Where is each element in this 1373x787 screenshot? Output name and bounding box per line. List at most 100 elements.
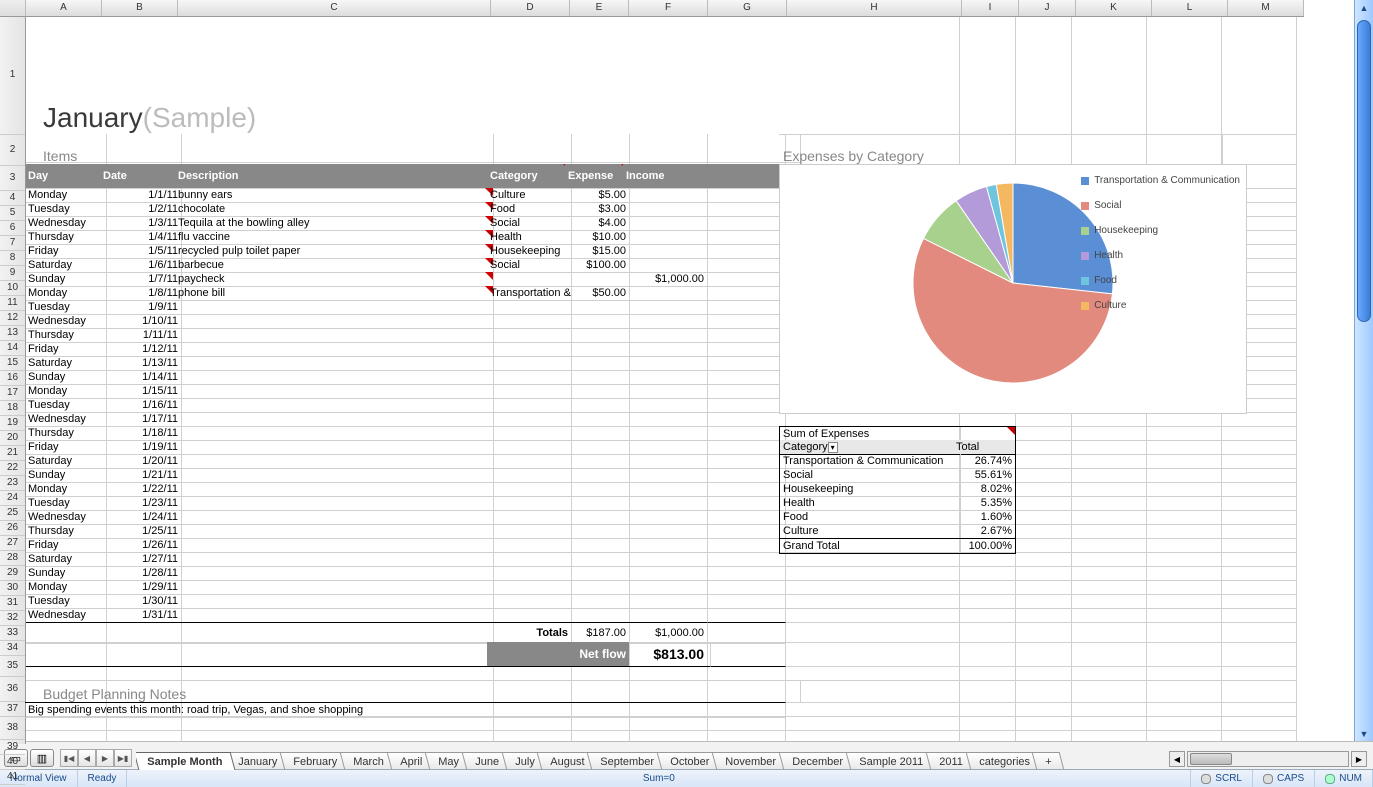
column-header-D[interactable]: D [491,0,570,16]
item-cat-9[interactable]: Social [487,258,572,273]
item-day-28[interactable]: Thursday [25,524,107,539]
item-date-5[interactable]: 1/2/11 [100,202,182,217]
item-inc-15[interactable] [623,342,708,357]
cell-I34[interactable] [953,608,1016,623]
cell-G31[interactable] [701,566,786,581]
cell-M24[interactable] [1215,468,1297,483]
item-day-9[interactable]: Saturday [25,258,107,273]
item-cat-23[interactable] [487,454,572,469]
cell-J29[interactable] [1009,538,1072,553]
item-date-16[interactable]: 1/13/11 [100,356,182,371]
row-header-41[interactable]: 41 [0,770,25,785]
item-cat-30[interactable] [487,552,572,567]
cell-L21[interactable] [1140,426,1222,441]
row-header-7[interactable]: 7 [0,236,25,251]
r35c6[interactable] [701,622,786,644]
cell-M39[interactable] [1215,702,1297,717]
item-date-15[interactable]: 1/12/11 [100,342,182,357]
column-header-C[interactable]: C [178,0,491,16]
cell-G11[interactable] [701,286,786,301]
cell-J21[interactable] [1009,426,1072,441]
pivot-cat-1[interactable]: Social [779,468,961,483]
row-header-8[interactable]: 8 [0,251,25,266]
item-inc-24[interactable] [623,468,708,483]
item-inc-26[interactable] [623,496,708,511]
cell-M34[interactable] [1215,608,1297,623]
item-exp-18[interactable] [565,384,630,399]
row-header-24[interactable]: 24 [0,491,25,506]
cell-G25[interactable] [701,482,786,497]
row-header-27[interactable]: 27 [0,536,25,551]
cell-G21[interactable] [701,426,786,441]
item-exp-5[interactable]: $3.00 [565,202,630,217]
item-exp-24[interactable] [565,468,630,483]
notes-text[interactable]: Big spending events this month: road tri… [25,702,786,718]
cell-J32[interactable] [1009,580,1072,595]
pivot-cat-4[interactable]: Food [779,510,961,525]
cell-K39[interactable] [1065,702,1147,717]
item-cat-34[interactable] [487,608,572,623]
item-desc-28[interactable] [175,524,494,539]
cell-E37[interactable] [565,666,630,681]
cell-K29[interactable] [1065,538,1147,553]
item-desc-21[interactable] [175,426,494,441]
item-inc-16[interactable] [623,356,708,371]
cell-J36[interactable] [1009,642,1072,667]
cell-J39[interactable] [1009,702,1072,717]
pivot-filter-dropdown-icon[interactable]: ▾ [828,442,838,453]
worksheet-grid[interactable]: January (Sample)ItemsExpenses by Categor… [25,16,1355,787]
item-day-23[interactable]: Saturday [25,454,107,469]
item-day-34[interactable]: Wednesday [25,608,107,623]
item-desc-8[interactable]: recycled pulp toilet paper [175,244,494,259]
item-day-27[interactable]: Wednesday [25,510,107,525]
r35c1[interactable] [100,622,182,644]
cell-K40[interactable] [1065,716,1147,731]
item-date-32[interactable]: 1/29/11 [100,580,182,595]
column-header-J[interactable]: J [1019,0,1076,16]
cell-J28[interactable] [1009,524,1072,539]
cell-J34[interactable] [1009,608,1072,623]
row-header-30[interactable]: 30 [0,581,25,596]
cell-G27[interactable] [701,510,786,525]
cell-H34[interactable] [779,608,960,623]
item-date-19[interactable]: 1/16/11 [100,398,182,413]
item-day-14[interactable]: Thursday [25,328,107,343]
tab-nav-first[interactable]: ▮◀ [60,749,78,767]
cell-L34[interactable] [1140,608,1222,623]
item-day-17[interactable]: Sunday [25,370,107,385]
cell-A40[interactable] [25,716,107,731]
cell-L22[interactable] [1140,440,1222,455]
cell-L1[interactable] [1140,16,1222,135]
cell-L32[interactable] [1140,580,1222,595]
row-header-4[interactable]: 4 [0,191,25,206]
vertical-scrollbar[interactable]: ▲ ▼ [1354,0,1373,742]
item-date-25[interactable]: 1/22/11 [100,482,182,497]
cell-H39[interactable] [779,702,960,717]
item-cat-26[interactable] [487,496,572,511]
sheet-tab-sample-month[interactable]: Sample Month [136,752,236,770]
cell-K20[interactable] [1065,412,1147,427]
cell-L27[interactable] [1140,510,1222,525]
item-cat-12[interactable] [487,300,572,315]
cell-G20[interactable] [701,412,786,427]
cell-L28[interactable] [1140,524,1222,539]
cell-J30[interactable] [1009,552,1072,567]
column-header-M[interactable]: M [1228,0,1304,16]
item-desc-13[interactable] [175,314,494,329]
item-desc-15[interactable] [175,342,494,357]
item-cat-27[interactable] [487,510,572,525]
item-exp-25[interactable] [565,482,630,497]
cell-G19[interactable] [701,398,786,413]
item-inc-13[interactable] [623,314,708,329]
row-header-1[interactable]: 1 [0,16,25,135]
item-inc-25[interactable] [623,482,708,497]
row-header-22[interactable]: 22 [0,461,25,476]
row-header-29[interactable]: 29 [0,566,25,581]
item-desc-25[interactable] [175,482,494,497]
item-cat-7[interactable]: Health [487,230,572,245]
item-exp-11[interactable]: $50.00 [565,286,630,301]
item-date-17[interactable]: 1/14/11 [100,370,182,385]
cell-G16[interactable] [701,356,786,371]
cell-G37[interactable] [701,666,786,681]
r35c2[interactable] [175,622,494,644]
